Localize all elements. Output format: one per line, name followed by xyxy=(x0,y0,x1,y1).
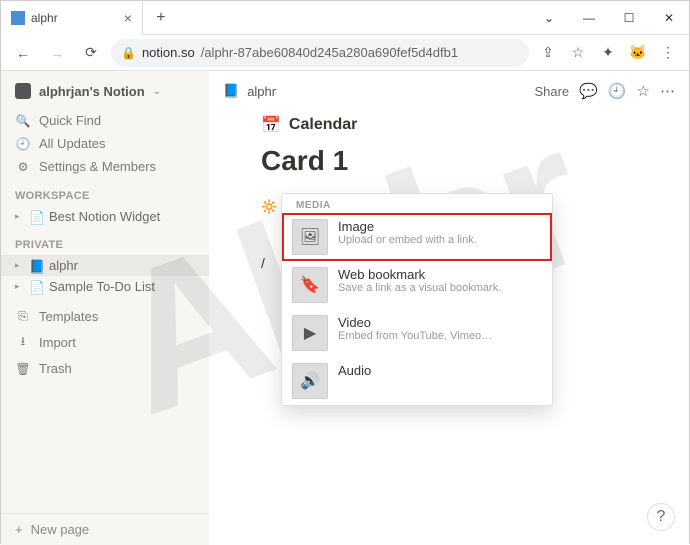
popup-item-video[interactable]: ▶ Video Embed from YouTube, Vimeo… xyxy=(282,309,552,357)
sidebar-item-label: Trash xyxy=(39,361,72,376)
sidebar-item-label: Import xyxy=(39,335,76,350)
tab-favicon xyxy=(11,11,25,25)
reload-button[interactable]: ⟳ xyxy=(77,39,105,67)
address-bar: ← → ⟳ 🔒 notion.so/alphr-87abe60840d245a2… xyxy=(1,35,689,71)
parent-page-name: Calendar xyxy=(289,116,357,134)
sidebar-item-label: Templates xyxy=(39,309,98,324)
calendar-icon: 📅 xyxy=(261,115,281,135)
share-url-icon[interactable]: ⇪ xyxy=(535,40,561,66)
forward-button[interactable]: → xyxy=(43,39,71,67)
page-label: Sample To-Do List xyxy=(49,279,155,294)
popup-item-audio[interactable]: 🔊 Audio xyxy=(282,357,552,405)
templates-icon: ⎘ xyxy=(15,309,31,324)
sidebar-item-label: Quick Find xyxy=(39,113,101,128)
popup-item-title: Audio xyxy=(338,363,371,378)
url-input[interactable]: 🔒 notion.so/alphr-87abe60840d245a280a690… xyxy=(111,39,529,67)
new-page-button[interactable]: + New page xyxy=(1,513,209,545)
search-icon: 🔍 xyxy=(15,114,31,128)
page-icon: 📄 xyxy=(29,210,43,224)
trash-icon: 🗑 xyxy=(15,362,31,376)
chevron-down-icon: ⌄ xyxy=(153,86,161,97)
workspace-name: alphrjan's Notion xyxy=(39,84,145,99)
popup-item-image[interactable]: 🖼 Image Upload or embed with a link. xyxy=(282,213,552,261)
sidebar: alphrjan's Notion ⌄ 🔍 Quick Find 🕘 All U… xyxy=(1,71,209,545)
sidebar-page-active[interactable]: ▸ 📘 alphr xyxy=(1,255,209,276)
new-tab-button[interactable]: + xyxy=(149,9,173,27)
window-minimize-icon[interactable]: — xyxy=(569,1,609,35)
main-area: 📘 alphr Share 💬 🕘 ☆ ⋯ 📅 Calendar Card 1 … xyxy=(209,71,689,545)
caret-icon[interactable]: ▸ xyxy=(15,211,23,222)
close-tab-icon[interactable]: × xyxy=(124,10,132,26)
popup-item-sub: Save a link as a visual bookmark. xyxy=(338,282,501,294)
page-topbar: 📘 alphr Share 💬 🕘 ☆ ⋯ xyxy=(209,71,689,111)
bookmark-star-icon[interactable]: ☆ xyxy=(565,40,591,66)
sidebar-section-private: PRIVATE xyxy=(1,227,209,255)
updates-icon[interactable]: 🕘 xyxy=(608,82,627,100)
sidebar-quick-find[interactable]: 🔍 Quick Find xyxy=(1,109,209,132)
sidebar-page[interactable]: ▸ 📄 Sample To-Do List xyxy=(1,276,209,297)
window-controls: ⌄ — ☐ ✕ xyxy=(529,1,689,35)
image-thumb-icon: 🖼 xyxy=(292,219,328,255)
sidebar-all-updates[interactable]: 🕘 All Updates xyxy=(1,132,209,155)
page-icon: 📄 xyxy=(29,280,43,294)
page-label: alphr xyxy=(49,258,78,273)
popup-item-title: Image xyxy=(338,219,477,234)
page-label: Best Notion Widget xyxy=(49,209,160,224)
window-dropdown-icon[interactable]: ⌄ xyxy=(529,1,569,35)
share-button[interactable]: Share xyxy=(534,84,569,99)
clock-icon: 🕘 xyxy=(15,137,31,151)
breadcrumb-icon: 📘 xyxy=(223,83,239,99)
property-icon: 🔆 xyxy=(261,199,277,215)
more-icon[interactable]: ⋯ xyxy=(660,82,675,100)
workspace-switcher[interactable]: alphrjan's Notion ⌄ xyxy=(1,79,209,109)
popup-section-label: MEDIA xyxy=(282,194,552,213)
page-icon: 📘 xyxy=(29,259,43,273)
favorite-icon[interactable]: ☆ xyxy=(637,82,650,100)
browser-tab[interactable]: alphr × xyxy=(1,1,143,35)
url-domain: notion.so xyxy=(142,45,195,60)
popup-item-sub: Embed from YouTube, Vimeo… xyxy=(338,330,492,342)
popup-item-web-bookmark[interactable]: 🔖 Web bookmark Save a link as a visual b… xyxy=(282,261,552,309)
popup-item-title: Video xyxy=(338,315,492,330)
tab-label: alphr xyxy=(31,11,58,25)
audio-thumb-icon: 🔊 xyxy=(292,363,328,399)
extensions-icon[interactable]: ✦ xyxy=(595,40,621,66)
back-button[interactable]: ← xyxy=(9,39,37,67)
plus-icon: + xyxy=(15,522,23,537)
window-maximize-icon[interactable]: ☐ xyxy=(609,1,649,35)
window-close-icon[interactable]: ✕ xyxy=(649,1,689,35)
sidebar-settings[interactable]: ⚙ Settings & Members xyxy=(1,155,209,178)
video-thumb-icon: ▶ xyxy=(292,315,328,351)
new-page-label: New page xyxy=(31,522,90,537)
sidebar-item-label: All Updates xyxy=(39,136,105,151)
sidebar-section-workspace: WORKSPACE xyxy=(1,178,209,206)
popup-item-title: Web bookmark xyxy=(338,267,501,282)
caret-icon[interactable]: ▸ xyxy=(15,260,23,271)
caret-icon[interactable]: ▸ xyxy=(15,281,23,292)
popup-item-sub: Upload or embed with a link. xyxy=(338,234,477,246)
help-button[interactable]: ? xyxy=(647,503,675,531)
breadcrumb[interactable]: alphr xyxy=(247,84,276,99)
bookmark-thumb-icon: 🔖 xyxy=(292,267,328,303)
sidebar-trash[interactable]: 🗑 Trash xyxy=(1,357,209,380)
gear-icon: ⚙ xyxy=(15,160,31,174)
sidebar-page[interactable]: ▸ 📄 Best Notion Widget xyxy=(1,206,209,227)
page-title[interactable]: Card 1 xyxy=(261,145,637,177)
slash-menu-popup: MEDIA 🖼 Image Upload or embed with a lin… xyxy=(281,193,553,406)
url-path: /alphr-87abe60840d245a280a690fef5d4dfb1 xyxy=(201,45,458,60)
workspace-icon xyxy=(15,83,31,99)
sidebar-templates[interactable]: ⎘ Templates xyxy=(1,305,209,328)
import-icon: ⭳ xyxy=(15,332,31,353)
browser-menu-icon[interactable]: ⋮ xyxy=(655,40,681,66)
parent-page-header[interactable]: 📅 Calendar xyxy=(261,115,637,135)
sidebar-item-label: Settings & Members xyxy=(39,159,156,174)
lock-icon: 🔒 xyxy=(121,46,136,60)
sidebar-import[interactable]: ⭳ Import xyxy=(1,328,209,357)
profile-avatar-icon[interactable]: 🐱 xyxy=(625,40,651,66)
comments-icon[interactable]: 💬 xyxy=(579,82,598,100)
window-titlebar: alphr × + ⌄ — ☐ ✕ xyxy=(1,1,689,35)
